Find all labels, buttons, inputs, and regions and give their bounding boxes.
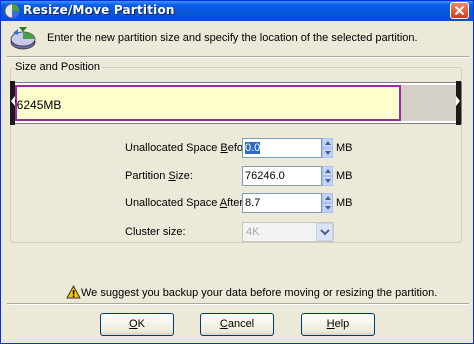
after-unit: MB [336, 197, 353, 209]
space-after-input[interactable]: 8.7 [242, 193, 322, 213]
partition-size-spinner[interactable] [322, 166, 333, 186]
group-label: Size and Position [13, 61, 102, 73]
window-title: Resize/Move Partition [23, 3, 175, 17]
spin-down-icon[interactable] [322, 203, 333, 213]
spin-down-icon[interactable] [322, 176, 333, 186]
spin-up-icon[interactable] [322, 166, 333, 176]
spin-down-icon[interactable] [322, 148, 333, 158]
unallocated-block [401, 85, 459, 121]
chevron-down-icon [320, 229, 330, 236]
instruction-text: Enter the new partition size and specify… [47, 32, 418, 44]
title-bar[interactable]: Resize/Move Partition [1, 1, 473, 21]
left-resize-handle[interactable] [10, 81, 15, 125]
partition-size-input[interactable]: 76246.0 [242, 166, 322, 186]
spin-up-icon[interactable] [322, 138, 333, 148]
close-button[interactable] [450, 2, 469, 19]
before-label: Unallocated Space Before: [125, 142, 256, 154]
spin-up-icon[interactable] [322, 193, 333, 203]
help-button[interactable]: Help [301, 313, 375, 336]
warning-text: We suggest you backup your data before m… [81, 287, 438, 299]
size-unit: MB [336, 170, 353, 182]
cluster-label: Cluster size: [125, 226, 186, 238]
partition-block[interactable] [15, 85, 401, 121]
partition-disk-icon [10, 27, 36, 50]
partition-size-label: 76245MB [10, 98, 62, 112]
size-label: Partition Size: [125, 170, 193, 182]
space-after-spinner[interactable] [322, 193, 333, 213]
right-resize-handle[interactable] [456, 81, 461, 125]
close-icon [454, 5, 465, 16]
after-label: Unallocated Space After: [125, 197, 247, 209]
ok-button[interactable]: OK [100, 313, 174, 336]
space-before-input[interactable]: 0.0 [242, 138, 322, 158]
partition-map[interactable] [12, 82, 462, 124]
before-unit: MB [336, 142, 353, 154]
warning-icon [66, 285, 81, 299]
footer-separator [7, 303, 469, 305]
partition-app-icon [4, 3, 20, 19]
cluster-size-dropdown-button[interactable] [316, 223, 333, 241]
space-before-spinner[interactable] [322, 138, 333, 158]
header-separator [7, 56, 469, 58]
cancel-button[interactable]: Cancel [200, 313, 274, 336]
resize-move-dialog: Resize/Move Partition Enter the new part… [0, 0, 474, 344]
